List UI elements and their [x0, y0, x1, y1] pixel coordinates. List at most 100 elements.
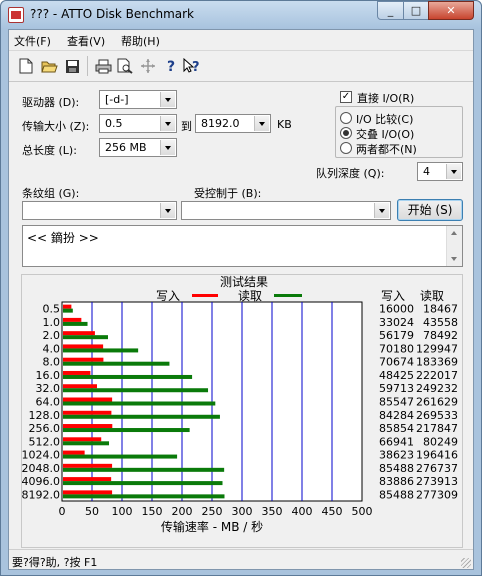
total-length-label: 总长度 (L): — [22, 144, 77, 157]
transfer-size-from-select[interactable]: 0.5 — [99, 114, 177, 133]
print-icon[interactable] — [94, 57, 112, 75]
description-textarea[interactable]: << 鏑扮 >> — [22, 225, 463, 267]
stripe-group-select[interactable] — [22, 201, 177, 220]
read-value: 261629 — [416, 396, 458, 409]
close-button[interactable]: ✕ — [428, 1, 474, 20]
open-folder-icon[interactable] — [40, 57, 58, 75]
read-bar — [63, 361, 170, 366]
write-value: 70674 — [379, 356, 414, 369]
read-value: 249232 — [416, 382, 458, 395]
print-preview-icon[interactable] — [116, 57, 134, 75]
maximize-button[interactable]: □ — [403, 1, 429, 20]
write-value: 84284 — [379, 409, 414, 422]
write-bar — [63, 437, 102, 442]
x-axis-label: 传输速率 - MB / 秒 — [161, 519, 263, 534]
x-tick-label: 150 — [142, 505, 163, 518]
menu-help[interactable]: 帮助(H) — [121, 33, 160, 49]
neither-label: 两者都不(N) — [356, 143, 417, 156]
overlapped-io-radio[interactable] — [340, 127, 352, 139]
menu-file[interactable]: 文件(F) — [14, 33, 51, 49]
title-bar[interactable]: ??? - ATTO Disk Benchmark _ □ ✕ — [1, 1, 481, 29]
minimize-button[interactable]: _ — [377, 1, 404, 20]
read-bar — [63, 401, 216, 406]
direct-io-checkbox[interactable]: ✓ — [340, 91, 352, 103]
x-tick-label: 50 — [85, 505, 99, 518]
results-title: 测试结果 — [220, 275, 268, 289]
read-value: 217847 — [416, 422, 458, 435]
write-bar — [63, 397, 113, 402]
read-value: 276737 — [416, 462, 458, 475]
x-tick-label: 500 — [352, 505, 373, 518]
legend-write-label: 写入 — [156, 289, 180, 303]
read-bar — [63, 374, 193, 379]
scroll-up-icon[interactable] — [451, 231, 457, 235]
help-icon[interactable]: ? — [163, 57, 181, 75]
y-tick-label: 4096.0 — [22, 475, 60, 488]
chevron-down-icon[interactable] — [160, 116, 175, 131]
read-value: 78492 — [423, 329, 458, 342]
queue-depth-select[interactable]: 4 — [417, 162, 463, 181]
window-title: ??? - ATTO Disk Benchmark — [30, 7, 194, 21]
new-file-icon[interactable] — [17, 57, 35, 75]
save-icon[interactable] — [63, 57, 81, 75]
transfer-size-to-select[interactable]: 8192.0 — [195, 114, 271, 133]
app-window: ??? - ATTO Disk Benchmark _ □ ✕ 文件(F) 查看… — [0, 0, 482, 576]
drive-label: 驱动器 (D): — [22, 96, 80, 109]
drive-select[interactable]: [-d-] — [99, 90, 177, 109]
y-tick-label: 1.0 — [43, 316, 61, 329]
queue-depth-label: 队列深度 (Q): — [316, 167, 385, 180]
chevron-down-icon[interactable] — [160, 203, 175, 218]
read-value: 277309 — [416, 488, 458, 501]
stripe-group-label: 条纹组 (G): — [22, 187, 80, 200]
io-compare-label: I/O 比较(C) — [356, 113, 414, 126]
description-scrollbar[interactable] — [446, 226, 462, 266]
write-value: 16000 — [379, 303, 414, 316]
chevron-down-icon[interactable] — [160, 140, 175, 155]
x-tick-label: 400 — [292, 505, 313, 518]
y-tick-label: 1024.0 — [22, 449, 60, 462]
read-bar — [63, 494, 225, 499]
resize-grip[interactable] — [461, 558, 471, 568]
x-tick-label: 350 — [262, 505, 283, 518]
y-tick-label: 4.0 — [43, 342, 61, 355]
chevron-down-icon[interactable] — [160, 92, 175, 107]
read-value: 18467 — [423, 303, 458, 316]
y-tick-label: 8.0 — [43, 356, 61, 369]
read-bar — [63, 335, 108, 340]
menu-bar: 文件(F) 查看(V) 帮助(H) — [9, 30, 473, 51]
y-tick-label: 0.5 — [43, 303, 61, 316]
io-compare-radio[interactable] — [340, 112, 352, 124]
read-value: 129947 — [416, 342, 458, 355]
neither-radio[interactable] — [340, 142, 352, 154]
atto-app-icon[interactable] — [8, 7, 24, 23]
read-bar — [63, 467, 225, 472]
context-help-icon[interactable]: ? — [183, 57, 201, 75]
write-bar — [63, 450, 85, 455]
total-length-select[interactable]: 256 MB — [99, 138, 177, 157]
scroll-down-icon[interactable] — [451, 257, 457, 261]
write-bar — [63, 357, 104, 362]
chevron-down-icon[interactable] — [254, 116, 269, 131]
write-value: 85488 — [379, 462, 414, 475]
transfer-size-label: 传输大小 (Z): — [22, 120, 90, 133]
status-text: 要?得?助, ?按 F1 — [12, 556, 98, 569]
chevron-down-icon[interactable] — [374, 203, 389, 218]
results-panel: 测试结果 写入 读取 写入 读取 0.5 1.0 2.0 4.0 8.0 16.0 32.0… — [21, 274, 463, 548]
write-bar — [63, 344, 104, 349]
write-value: 70180 — [379, 342, 414, 355]
read-value: 222017 — [416, 369, 458, 382]
menu-view[interactable]: 查看(V) — [67, 33, 105, 49]
transfer-unit-label: KB — [277, 118, 292, 131]
write-value: 66941 — [379, 435, 414, 448]
start-button[interactable]: 开始 (S) — [397, 199, 463, 221]
y-tick-label: 64.0 — [36, 396, 61, 409]
chevron-down-icon[interactable] — [446, 164, 461, 179]
write-value: 85488 — [379, 488, 414, 501]
move-icon[interactable] — [139, 57, 157, 75]
write-value: 85547 — [379, 396, 414, 409]
read-value: 80249 — [423, 435, 458, 448]
controlled-by-select[interactable] — [181, 201, 391, 220]
write-bar — [63, 304, 72, 309]
x-tick-label: 250 — [202, 505, 223, 518]
svg-text:?: ? — [192, 60, 200, 74]
